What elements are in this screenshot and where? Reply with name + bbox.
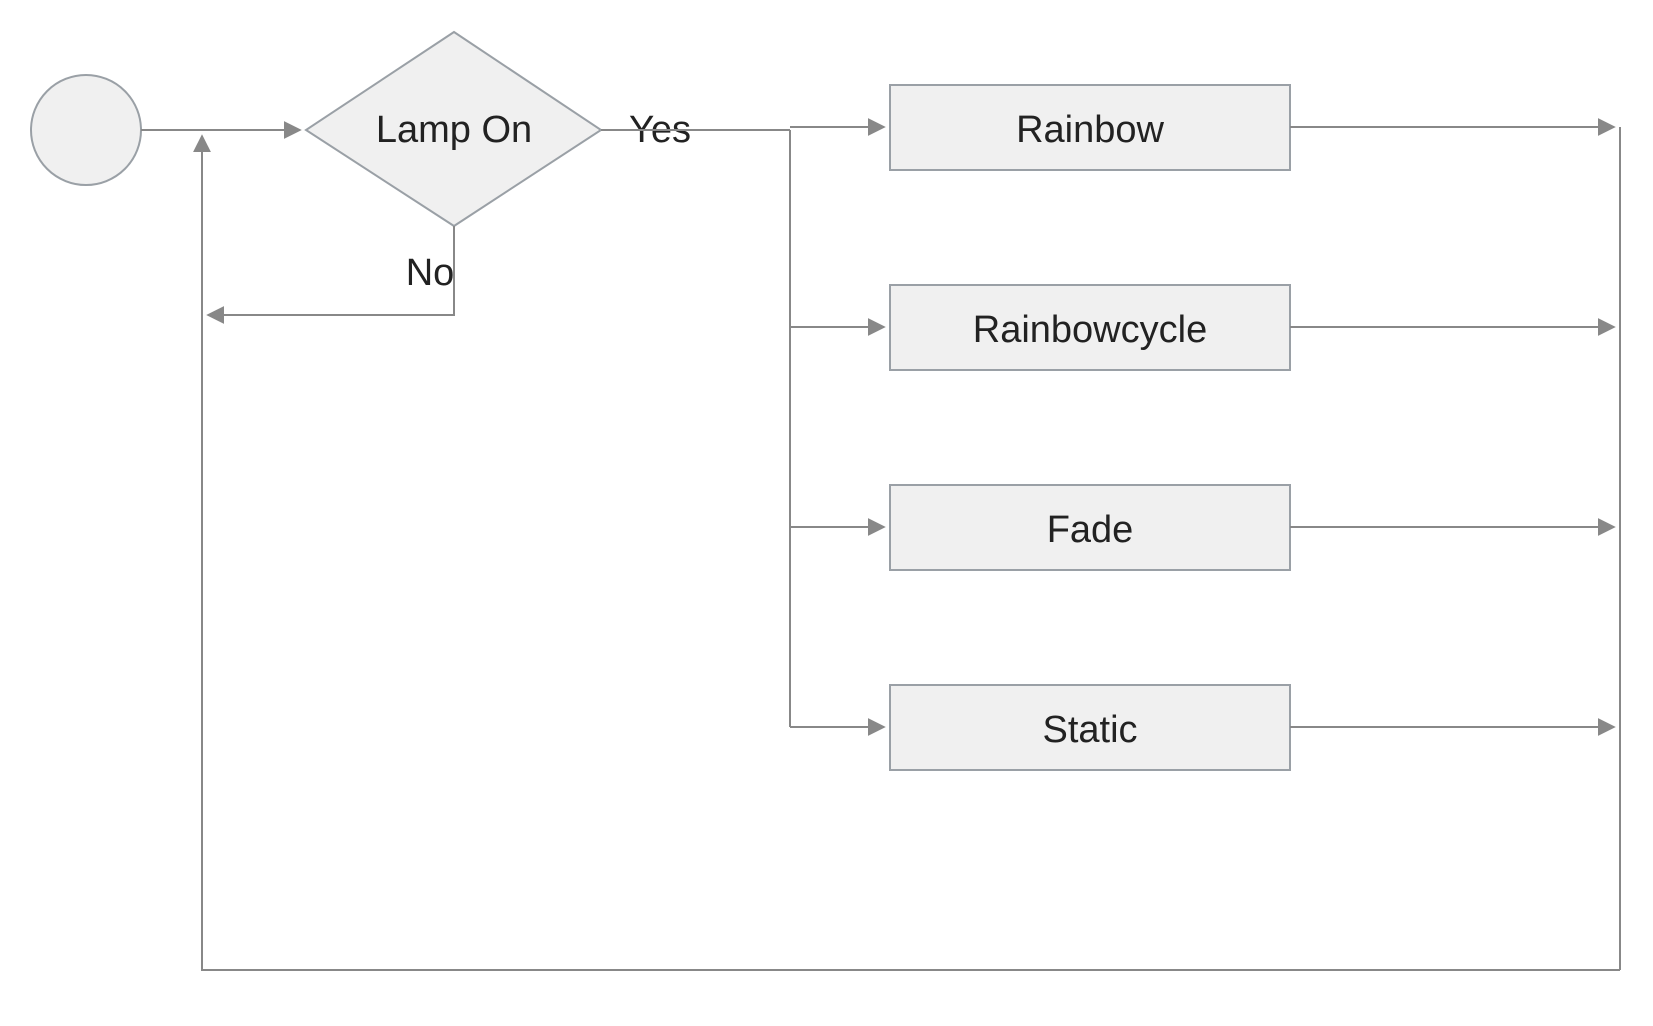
process-rainbow: Rainbow	[890, 85, 1290, 170]
decision-label: Lamp On	[376, 109, 532, 151]
process-label: Rainbowcycle	[973, 309, 1207, 351]
process-label: Static	[1042, 709, 1137, 751]
process-label: Rainbow	[1016, 109, 1164, 151]
process-static: Static	[890, 685, 1290, 770]
decision-no-label: No	[406, 252, 455, 294]
process-label: Fade	[1047, 509, 1134, 551]
flowchart-canvas: Lamp On Rainbow Rainbowcycle Fade Static…	[0, 0, 1653, 1026]
process-rainbowcycle: Rainbowcycle	[890, 285, 1290, 370]
decision-lamp-on: Lamp On	[306, 32, 601, 226]
start-node	[31, 75, 141, 185]
process-fade: Fade	[890, 485, 1290, 570]
